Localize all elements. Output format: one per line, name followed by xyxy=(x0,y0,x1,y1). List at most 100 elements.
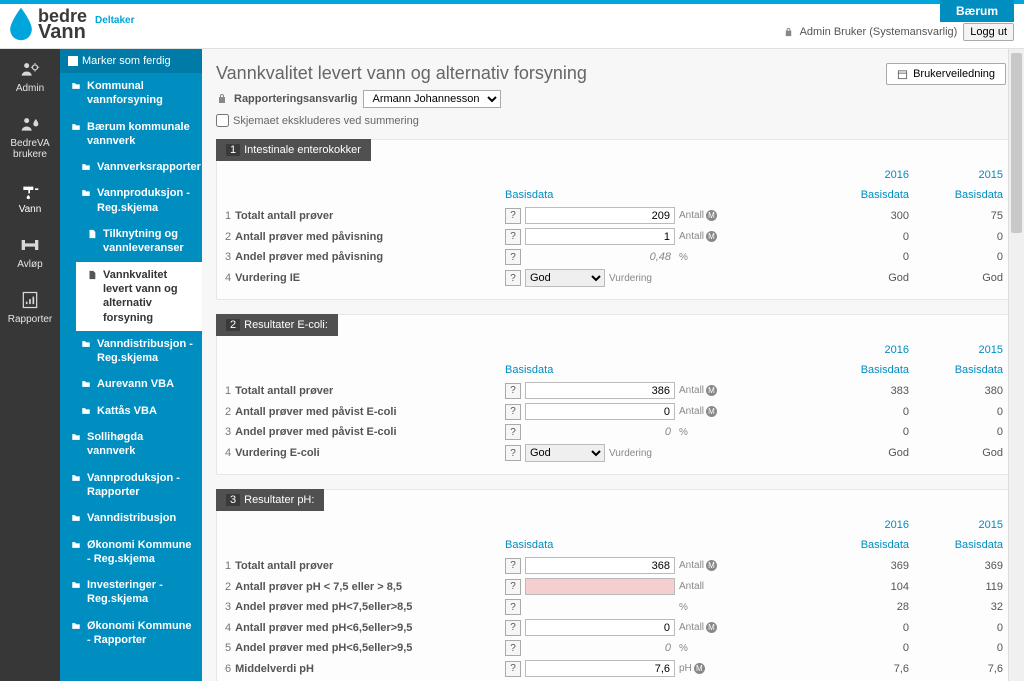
tree-item-11[interactable]: Vanndistribusjon xyxy=(60,505,202,531)
user-lock-icon xyxy=(783,27,794,38)
row-label: Totalt antall prøver xyxy=(235,385,333,397)
help-button[interactable]: ? xyxy=(505,558,521,574)
help-button[interactable]: ? xyxy=(505,640,521,656)
help-button[interactable]: ? xyxy=(505,404,521,420)
col-sub-basis2: Basisdata xyxy=(933,539,1003,551)
help-button[interactable]: ? xyxy=(505,270,521,286)
pipe-icon xyxy=(19,235,41,255)
row-unit: Vurdering xyxy=(609,448,652,459)
tree-item-1[interactable]: Bærum kommunale vannverk xyxy=(60,114,202,155)
value-input[interactable] xyxy=(525,557,675,574)
value-input[interactable] xyxy=(525,207,675,224)
year1-value: 28 xyxy=(805,601,933,613)
tree-item-6[interactable]: Vanndistribusjon - Reg.skjema xyxy=(60,331,202,372)
folder-icon xyxy=(80,162,92,172)
tree-item-label: Aurevann VBA xyxy=(97,377,174,391)
file-icon xyxy=(86,270,98,280)
row-unit: AntallM xyxy=(679,385,717,396)
value-input[interactable] xyxy=(525,578,675,595)
year1-value: God xyxy=(805,272,933,284)
tree-item-14[interactable]: Økonomi Kommune - Rapporter xyxy=(60,613,202,654)
main-nav-brukere[interactable]: BedreVA brukere xyxy=(0,104,60,170)
row-unit: % xyxy=(679,602,688,613)
tree-item-3[interactable]: Vannproduksjon - Reg.skjema xyxy=(60,180,202,221)
help-button[interactable]: ? xyxy=(505,445,521,461)
tree-item-label: Økonomi Kommune - Rapporter xyxy=(87,619,194,648)
help-button[interactable]: ? xyxy=(505,249,521,265)
year2-value: 380 xyxy=(933,385,1003,397)
tree-item-5[interactable]: Vannkvalitet levert vann og alternativ f… xyxy=(76,262,202,331)
data-row: 6Middelverdi pH?pHM7,67,6 xyxy=(217,658,1013,679)
tree-item-8[interactable]: Kattås VBA xyxy=(60,398,202,424)
help-button[interactable]: ? xyxy=(505,383,521,399)
tree-item-0[interactable]: Kommunal vannforsyning xyxy=(60,73,202,114)
help-button[interactable]: ? xyxy=(505,620,521,636)
brand-bottom: Vann xyxy=(38,22,87,42)
tree-item-label: Bærum kommunale vannverk xyxy=(87,120,194,149)
help-button[interactable]: ? xyxy=(505,661,521,677)
main-nav-vann[interactable]: Vann xyxy=(0,170,60,225)
year2-value: 7,6 xyxy=(933,663,1003,675)
value-input[interactable] xyxy=(525,619,675,636)
folder-icon xyxy=(70,432,82,442)
value-input[interactable] xyxy=(525,660,675,677)
computed-value: 0,48 xyxy=(525,251,675,263)
sidebar-header: Marker som ferdig xyxy=(60,49,202,73)
year2-value: 119 xyxy=(933,581,1003,593)
scrollbar-vertical[interactable] xyxy=(1008,49,1024,681)
vurdering-select[interactable]: God xyxy=(525,269,605,287)
data-row: 2Antall prøver pH < 7,5 eller > 8,5?Anta… xyxy=(217,576,1013,597)
value-input[interactable] xyxy=(525,382,675,399)
tree-item-4[interactable]: Tilknytning og vannleveranser xyxy=(60,221,202,262)
row-unit: Antall xyxy=(679,581,704,592)
help-button[interactable]: ? xyxy=(505,424,521,440)
row-unit: Vurdering xyxy=(609,273,652,284)
col-basis: Basisdata xyxy=(505,539,805,551)
year1-value: 0 xyxy=(805,426,933,438)
exclude-checkbox[interactable] xyxy=(216,114,229,127)
calendar-icon xyxy=(897,69,908,80)
row-unit: AntallM xyxy=(679,622,717,633)
responsible-select[interactable]: Armann Johannesson xyxy=(363,90,501,108)
tree-item-label: Vannproduksjon - Rapporter xyxy=(87,471,194,500)
user-guide-button[interactable]: Brukerveiledning xyxy=(886,63,1006,85)
panel-1: 1Intestinale enterokokker20162015Basisda… xyxy=(216,139,1014,300)
tree-item-12[interactable]: Økonomi Kommune - Reg.skjema xyxy=(60,532,202,573)
main-nav-avlop[interactable]: Avløp xyxy=(0,225,60,280)
folder-icon xyxy=(70,513,82,523)
year2-value: 32 xyxy=(933,601,1003,613)
logo-droplet-icon xyxy=(8,7,34,41)
m-badge-icon: M xyxy=(706,406,717,417)
help-button[interactable]: ? xyxy=(505,579,521,595)
col-sub-basis2: Basisdata xyxy=(933,189,1003,201)
vurdering-select[interactable]: God xyxy=(525,444,605,462)
tree-item-9[interactable]: Sollihøgda vannverk xyxy=(60,424,202,465)
year1-value: 300 xyxy=(805,210,933,222)
sidebar-tree: Marker som ferdig Kommunal vannforsyning… xyxy=(60,49,202,681)
logout-button[interactable]: Logg ut xyxy=(963,23,1014,41)
tree-item-2[interactable]: Vannverksrapporter xyxy=(60,154,202,180)
main-nav-rapporter[interactable]: Rapporter xyxy=(0,280,60,335)
year1-value: 0 xyxy=(805,251,933,263)
data-row: 2Antall prøver med påvist E-coli?AntallM… xyxy=(217,401,1013,422)
row-label: Vurdering E-coli xyxy=(235,447,320,459)
help-button[interactable]: ? xyxy=(505,208,521,224)
main-nav-admin[interactable]: Admin xyxy=(0,49,60,104)
col-sub-basis1: Basisdata xyxy=(805,189,933,201)
tree-item-13[interactable]: Investeringer - Reg.skjema xyxy=(60,572,202,613)
sidebar-main: Admin BedreVA brukere Vann Avløp Rapport… xyxy=(0,49,60,681)
row-unit: AntallM xyxy=(679,231,717,242)
tree-item-7[interactable]: Aurevann VBA xyxy=(60,371,202,397)
value-input[interactable] xyxy=(525,403,675,420)
scrollbar-thumb[interactable] xyxy=(1011,53,1022,233)
col-year2: 2015 xyxy=(933,169,1003,181)
value-input[interactable] xyxy=(525,228,675,245)
data-row: 5Andel prøver med pH<6,5eller>9,5?0%00 xyxy=(217,638,1013,658)
row-label: Totalt antall prøver xyxy=(235,560,333,572)
year1-value: 7,6 xyxy=(805,663,933,675)
row-unit: AntallM xyxy=(679,560,717,571)
help-button[interactable]: ? xyxy=(505,599,521,615)
year2-value: 369 xyxy=(933,560,1003,572)
tree-item-10[interactable]: Vannproduksjon - Rapporter xyxy=(60,465,202,506)
help-button[interactable]: ? xyxy=(505,229,521,245)
